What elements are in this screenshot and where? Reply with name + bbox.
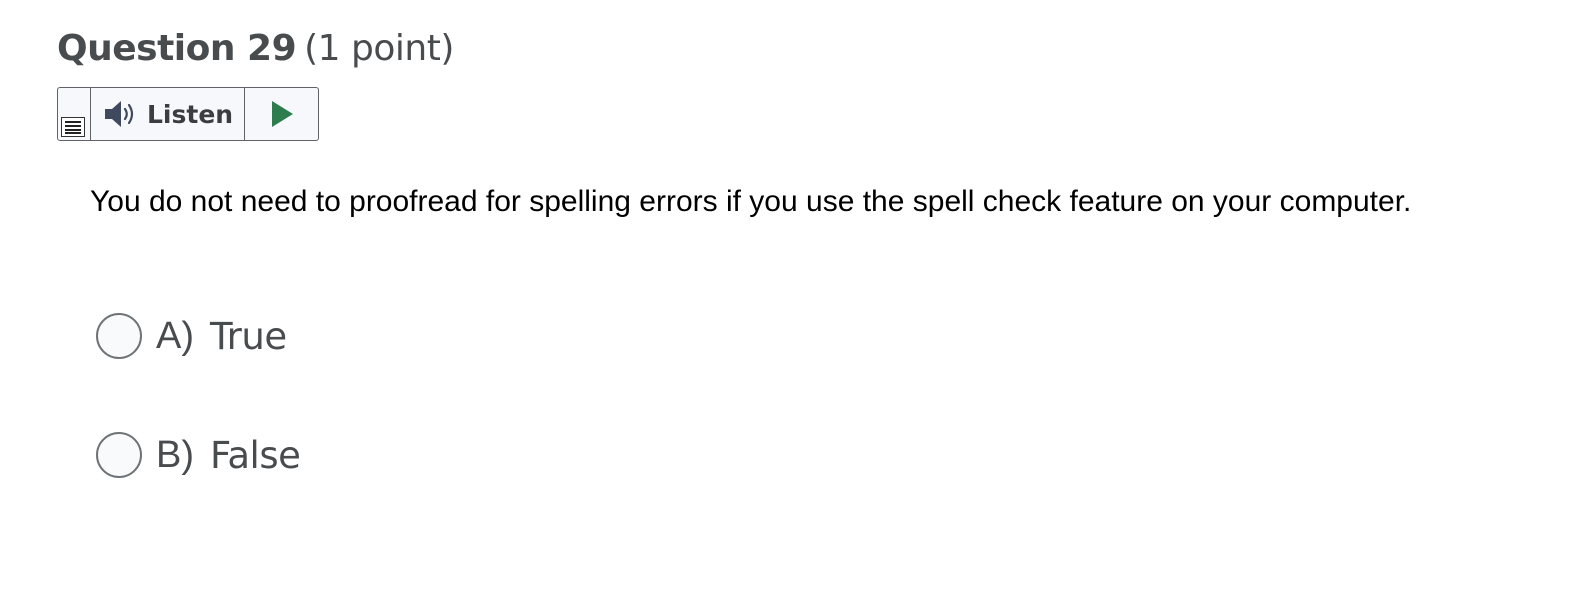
answer-letter-a: A)	[156, 314, 194, 357]
play-button[interactable]	[245, 88, 318, 140]
listen-menu-button[interactable]	[58, 88, 91, 140]
listen-label: Listen	[147, 99, 234, 129]
question-title: Question 29	[57, 28, 297, 69]
answer-text-a: True	[210, 314, 287, 358]
answer-text-b: False	[210, 433, 301, 477]
question-text: You do not need to proofread for spellin…	[90, 185, 1412, 218]
speaker-icon	[105, 101, 134, 127]
answer-option-b[interactable]: B) False	[96, 432, 301, 478]
question-points: (1 point)	[304, 28, 454, 69]
answer-option-a[interactable]: A) True	[96, 313, 287, 359]
menu-icon	[61, 117, 85, 137]
play-icon	[271, 101, 293, 127]
answer-letter-b: B)	[156, 433, 194, 476]
listen-button[interactable]: Listen	[91, 88, 245, 140]
radio-button-b[interactable]	[96, 432, 142, 478]
listen-widget: Listen	[57, 87, 319, 141]
question-header: Question 29 (1 point)	[57, 24, 454, 74]
radio-button-a[interactable]	[96, 313, 142, 359]
